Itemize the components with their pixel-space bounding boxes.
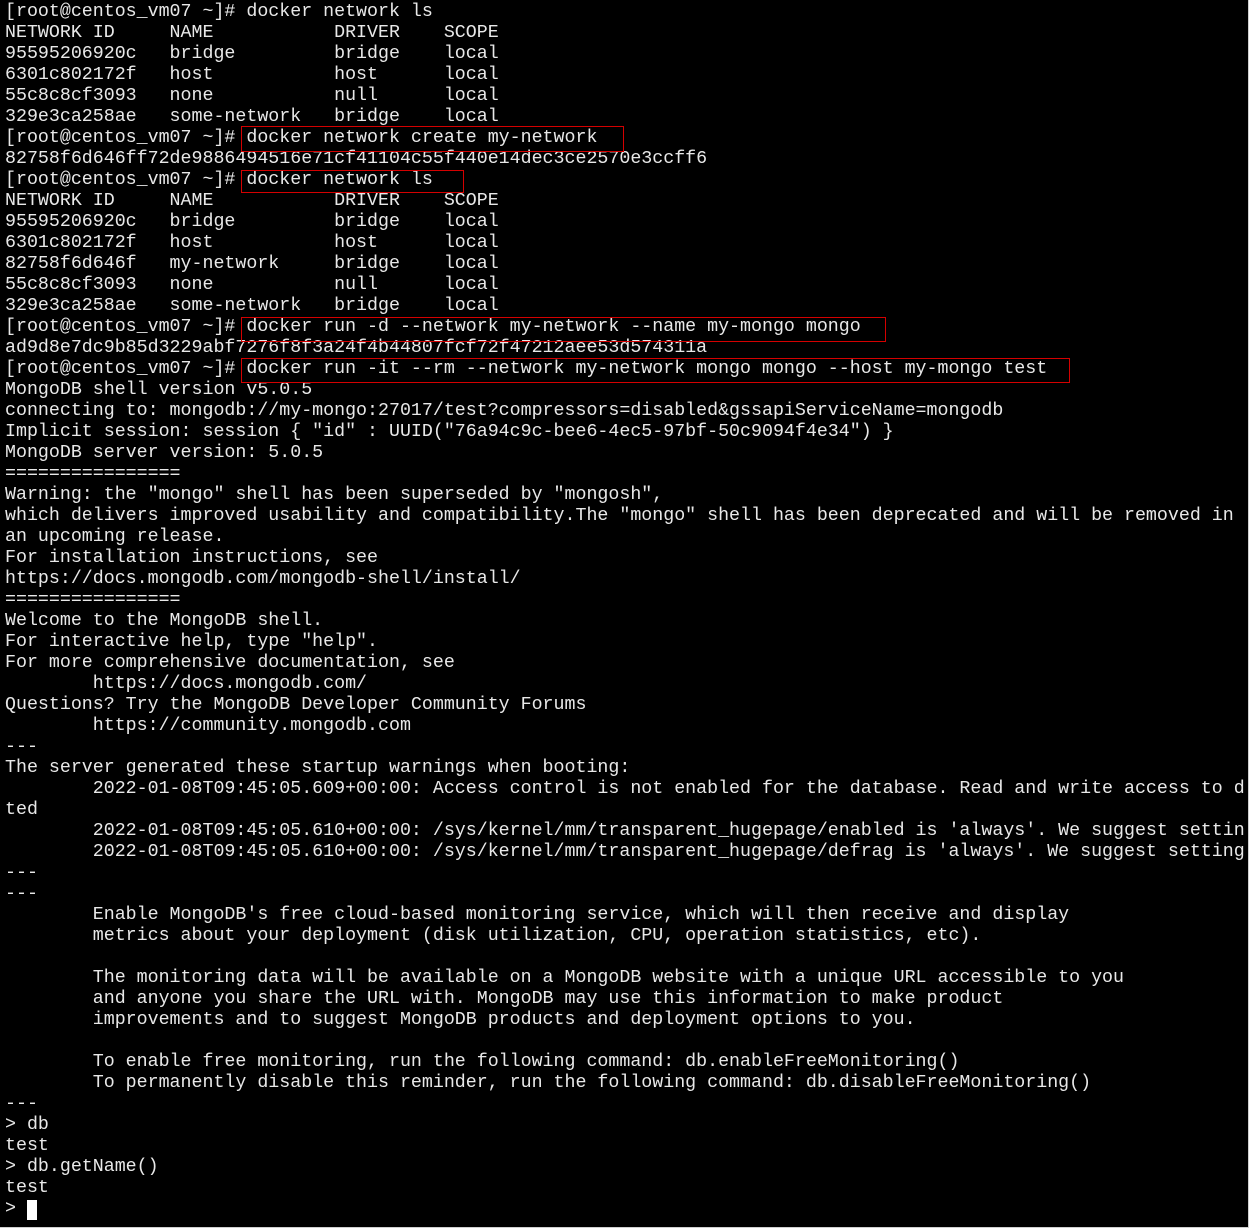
terminal-line: > [5,1199,27,1219]
terminal-line: test [5,1136,49,1156]
terminal-line: The monitoring data will be available on… [5,968,1124,988]
terminal-line: 6301c802172f host host local [5,65,499,85]
terminal-line: NETWORK ID NAME DRIVER SCOPE [5,191,499,211]
terminal-line: For installation instructions, see [5,548,378,568]
terminal-line: Implicit session: session { "id" : UUID(… [5,422,894,442]
terminal-line: test [5,1178,49,1198]
terminal-line: 2022-01-08T09:45:05.610+00:00: /sys/kern… [5,842,1245,862]
terminal-line: 2022-01-08T09:45:05.610+00:00: /sys/kern… [5,821,1245,841]
terminal-line: 82758f6d646f my-network bridge local [5,254,499,274]
terminal-line: --- [5,863,38,883]
terminal-line: Questions? Try the MongoDB Developer Com… [5,695,587,715]
terminal-line: --- [5,737,38,757]
terminal-line: To enable free monitoring, run the follo… [5,1052,960,1072]
terminal-line: --- [5,884,38,904]
terminal-line: [root@centos_vm07 ~]# docker network ls [5,170,433,190]
terminal-line: [root@centos_vm07 ~]# docker run -d --ne… [5,317,861,337]
terminal-line: Warning: the "mongo" shell has been supe… [5,485,664,505]
terminal-cursor [27,1200,37,1220]
terminal-line: 95595206920c bridge bridge local [5,212,499,232]
terminal-line: 329e3ca258ae some-network bridge local [5,107,499,127]
terminal-line: and anyone you share the URL with. Mongo… [5,989,1004,1009]
terminal-line: ================ [5,464,181,484]
terminal-line: metrics about your deployment (disk util… [5,926,982,946]
terminal-line: NETWORK ID NAME DRIVER SCOPE [5,23,499,43]
terminal-line: https://docs.mongodb.com/ [5,674,368,694]
terminal-line: which delivers improved usability and co… [5,506,1234,526]
terminal-line: ad9d8e7dc9b85d3229abf7276f8f3a24f4b44807… [5,338,708,358]
terminal-line: connecting to: mongodb://my-mongo:27017/… [5,401,1004,421]
terminal-line: 329e3ca258ae some-network bridge local [5,296,499,316]
terminal-line: --- [5,1094,38,1114]
terminal-line: > db [5,1115,49,1135]
terminal-line: The server generated these startup warni… [5,758,631,778]
terminal-line: For interactive help, type "help". [5,632,378,652]
terminal-line: ted [5,800,38,820]
terminal-line: Enable MongoDB's free cloud-based monito… [5,905,1070,925]
terminal-line: https://docs.mongodb.com/mongodb-shell/i… [5,569,521,589]
terminal-line: [root@centos_vm07 ~]# docker run -it --r… [5,359,1048,379]
terminal-line: 82758f6d646ff72de9886494516e71cf41104c55… [5,149,708,169]
terminal-line: an upcoming release. [5,527,225,547]
terminal-line: 55c8c8cf3093 none null local [5,86,499,106]
terminal-window[interactable]: [root@centos_vm07 ~]# docker network ls N… [0,0,1249,1228]
terminal-line: Welcome to the MongoDB shell. [5,611,324,631]
terminal-line: 95595206920c bridge bridge local [5,44,499,64]
terminal-line: For more comprehensive documentation, se… [5,653,455,673]
terminal-line: ================ [5,590,181,610]
terminal-line: 6301c802172f host host local [5,233,499,253]
terminal-line: > db.getName() [5,1157,159,1177]
terminal-line: MongoDB server version: 5.0.5 [5,443,324,463]
terminal-line: To permanently disable this reminder, ru… [5,1073,1092,1093]
terminal-line: https://community.mongodb.com [5,716,411,736]
terminal-line: [root@centos_vm07 ~]# docker network ls [5,2,433,22]
terminal-line: 55c8c8cf3093 none null local [5,275,499,295]
terminal-line: [root@centos_vm07 ~]# docker network cre… [5,128,598,148]
terminal-line: 2022-01-08T09:45:05.609+00:00: Access co… [5,779,1245,799]
terminal-line: improvements and to suggest MongoDB prod… [5,1010,916,1030]
terminal-line: MongoDB shell version v5.0.5 [5,380,313,400]
